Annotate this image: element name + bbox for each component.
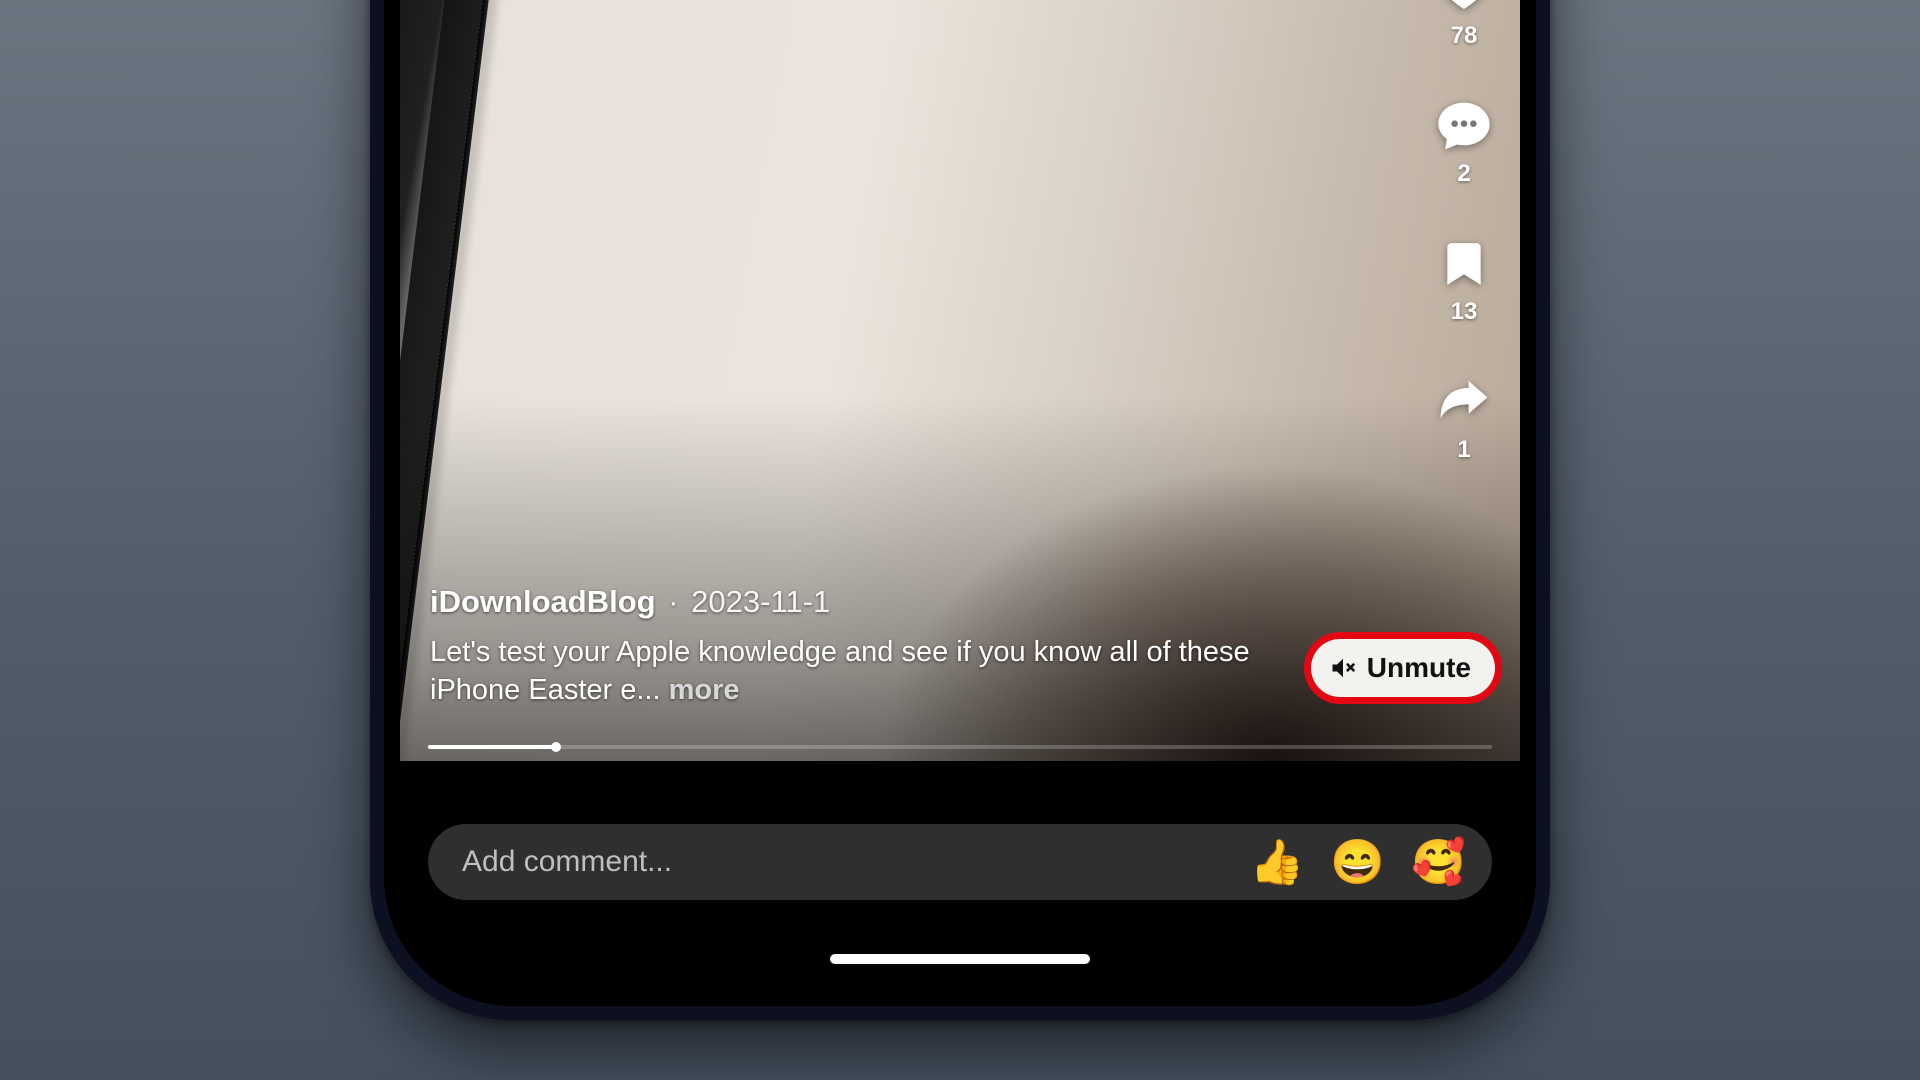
author-name[interactable]: iDownloadBlog [430,584,656,619]
post-info: iDownloadBlog · 2023-11-1 Let's test you… [430,584,1310,709]
share-count: 1 [1457,436,1470,464]
comment-icon [1436,98,1492,154]
screen: 78 2 13 1 iDownloadBlog · [400,0,1520,990]
like-button[interactable]: 78 [1436,0,1492,50]
phone-frame: 78 2 13 1 iDownloadBlog · [370,0,1550,1020]
progress-bar[interactable] [428,745,1492,749]
bookmark-button[interactable]: 13 [1439,236,1489,326]
unmute-highlight: Unmute [1304,632,1502,704]
caption-text: Let's test your Apple knowledge and see … [430,636,1250,706]
caption: Let's test your Apple knowledge and see … [430,634,1310,709]
post-date: 2023-11-1 [691,584,830,619]
action-rail: 78 2 13 1 [1436,0,1492,464]
like-count: 78 [1451,22,1478,50]
unmute-button[interactable]: Unmute [1311,639,1495,697]
unmute-label: Unmute [1367,652,1471,684]
progress-fill [428,745,556,749]
quick-emojis: 👍 😄 🥰 [1250,836,1466,888]
home-indicator[interactable] [830,954,1090,964]
comment-bar: 👍 😄 🥰 [428,824,1492,900]
heart-icon [1436,0,1492,16]
comment-button[interactable]: 2 [1436,98,1492,188]
separator-dot: · [668,584,678,619]
emoji-grin[interactable]: 😄 [1330,836,1385,888]
share-button[interactable]: 1 [1436,374,1492,464]
more-button[interactable]: more [669,674,740,706]
bookmark-count: 13 [1451,298,1478,326]
comment-input[interactable] [462,845,1250,879]
bookmark-icon [1439,236,1489,292]
emoji-thumbs-up[interactable]: 👍 [1250,836,1305,888]
share-icon [1436,374,1492,430]
emoji-hearts[interactable]: 🥰 [1411,836,1466,888]
comment-count: 2 [1457,160,1470,188]
speaker-muted-icon [1329,654,1357,682]
phone-bezel: 78 2 13 1 iDownloadBlog · [384,0,1536,1006]
